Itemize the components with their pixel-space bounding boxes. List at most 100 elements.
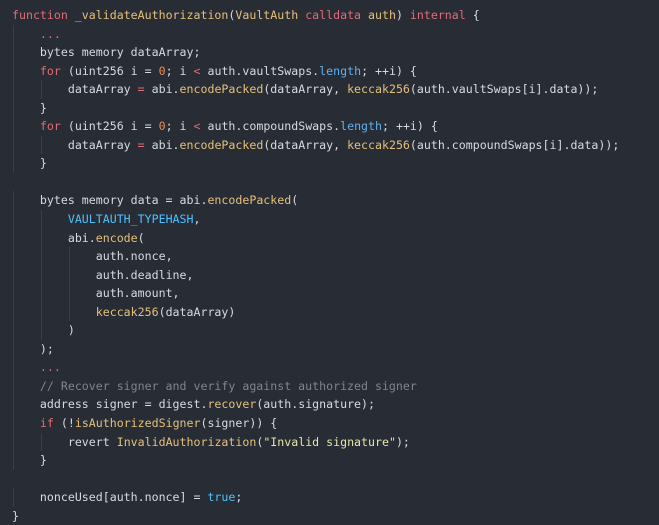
- code-token: auth.vaultSwaps.: [200, 63, 320, 78]
- code-token: {: [472, 8, 480, 22]
- code-token: auth.deadline,: [95, 267, 194, 282]
- indent-guide: [13, 321, 14, 340]
- code-line: bytes memory dataArray;: [12, 43, 659, 62]
- code-token: internal: [409, 8, 466, 22]
- code-line: auth.deadline,: [12, 265, 659, 285]
- code-token: (auth.compoundSwaps[i].data));: [409, 137, 620, 152]
- indent-guide: [13, 339, 14, 359]
- code-token: for: [39, 63, 61, 78]
- code-token: abi.: [67, 230, 96, 245]
- code-token: recover: [207, 397, 257, 412]
- code-token: =: [137, 137, 145, 152]
- code-token: VaultAuth: [235, 8, 299, 22]
- indent-guide: [41, 228, 42, 248]
- code-token: (dataArray,: [263, 82, 348, 97]
- indent-guide: [69, 265, 70, 285]
- code-token: auth: [368, 8, 396, 22]
- code-token: bytes memory dataArray;: [39, 45, 201, 60]
- code-token: =: [137, 82, 145, 97]
- code-editor[interactable]: function _validateAuthorization (VaultAut…: [0, 0, 659, 523]
- code-token: (!: [53, 416, 75, 431]
- code-token: if: [39, 416, 54, 431]
- code-token: calldata: [305, 8, 362, 22]
- code-token: revert: [67, 434, 117, 449]
- code-token: ; i: [165, 119, 194, 134]
- code-token: ;: [235, 490, 243, 505]
- code-token: (auth.signature);: [256, 397, 375, 412]
- code-token: InvalidAuthorization: [116, 434, 257, 449]
- code-line: for (uint256 i = 0; i < auth.vaultSwaps.…: [12, 61, 659, 81]
- code-block[interactable]: function _validateAuthorization (VaultAut…: [12, 6, 659, 525]
- code-token: encode: [95, 230, 138, 245]
- indent-guide: [13, 61, 14, 81]
- code-token: }: [39, 100, 47, 115]
- code-token: }: [12, 508, 19, 523]
- code-line: bytes memory data = abi.encodePacked(: [12, 191, 659, 211]
- code-token: ): [395, 8, 403, 22]
- code-token: dataArray: [67, 137, 138, 152]
- code-token: (uint256 i =: [60, 119, 159, 134]
- indent-guide: [41, 210, 42, 229]
- code-token: keccak256: [95, 304, 159, 319]
- code-token: 0: [158, 119, 166, 134]
- code-token: (: [137, 230, 145, 245]
- code-line: address signer = digest.recover(auth.sig…: [12, 395, 659, 415]
- indent-guide: [13, 228, 14, 248]
- code-token: encodePacked: [179, 137, 264, 152]
- indent-guide: [41, 321, 42, 340]
- code-token: bytes memory data = abi.: [39, 193, 208, 208]
- code-line: revert InvalidAuthorization("Invalid sig…: [12, 432, 659, 452]
- indent-guide: [69, 247, 70, 266]
- code-line: for (uint256 i = 0; i < auth.compoundSwa…: [12, 117, 659, 136]
- code-line: auth.nonce,: [12, 247, 659, 266]
- code-token: ): [67, 323, 75, 338]
- indent-guide: [13, 80, 14, 99]
- code-line: // Recover signer and verify against aut…: [12, 376, 659, 396]
- code-line: }: [12, 98, 659, 118]
- indent-guide: [13, 432, 14, 452]
- indent-guide: [13, 488, 14, 507]
- code-line: if (!isAuthorizedSigner(signer)) {: [12, 414, 659, 433]
- code-token: true: [207, 490, 236, 505]
- code-line: }: [12, 154, 659, 173]
- code-token: length: [340, 119, 382, 134]
- indent-guide: [13, 451, 14, 470]
- indent-guide: [13, 210, 14, 229]
- code-line: function _validateAuthorization(VaultAut…: [12, 6, 659, 25]
- code-token: 0: [158, 63, 166, 78]
- code-token: }: [39, 156, 47, 171]
- indent-guide: [13, 265, 14, 285]
- code-token: (auth.vaultSwaps[i].data));: [409, 82, 599, 97]
- code-token: encodePacked: [179, 82, 264, 97]
- code-token: }: [39, 453, 47, 468]
- code-token: abi.: [144, 82, 180, 97]
- code-token: encodePacked: [207, 193, 292, 208]
- code-token: ...: [39, 26, 61, 41]
- indent-guide: [13, 395, 14, 415]
- code-token: dataArray: [67, 82, 138, 97]
- indent-guide: [41, 284, 42, 303]
- code-token: ,: [193, 212, 201, 227]
- indent-guide: [41, 302, 42, 322]
- code-token: abi.: [144, 137, 180, 152]
- code-token: isAuthorizedSigner: [74, 416, 201, 431]
- indent-guide: [13, 376, 14, 396]
- indent-guide: [69, 284, 70, 303]
- code-token: <: [193, 63, 201, 78]
- indent-guide: [13, 247, 14, 266]
